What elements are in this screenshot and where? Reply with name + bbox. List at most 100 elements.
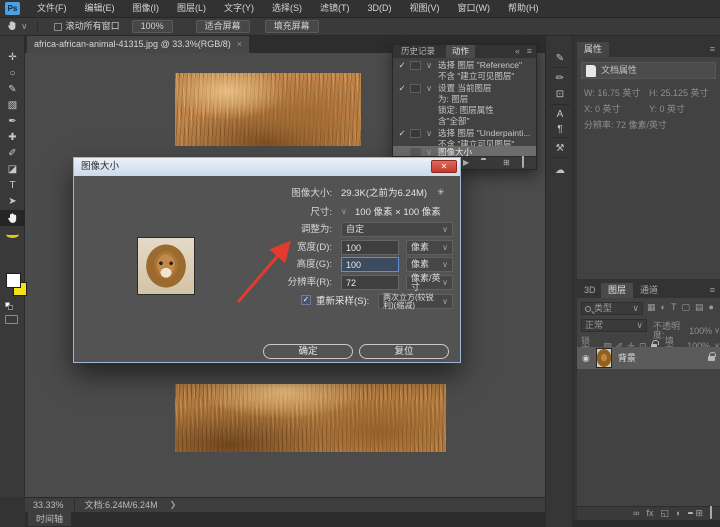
resample-checkbox[interactable]: ✓ bbox=[301, 295, 311, 305]
ok-button[interactable]: 确定 bbox=[263, 344, 353, 359]
document-tab[interactable]: africa-african-animal-41315.jpg @ 33.3%(… bbox=[27, 36, 249, 53]
tab-timeline[interactable]: 时间轴 bbox=[28, 512, 71, 526]
crop-tool-icon[interactable]: ▧ bbox=[0, 98, 25, 114]
brush-tool-icon[interactable]: ✐ bbox=[0, 146, 25, 162]
panel-menu-icon[interactable]: ≡ bbox=[710, 45, 715, 54]
layer-row-background[interactable]: ◉ 背景 bbox=[577, 347, 720, 369]
rotate-view-tool-icon[interactable] bbox=[0, 226, 25, 242]
action-item[interactable]: ✓ ∨ 设置 当前图层 bbox=[393, 83, 536, 94]
tab-properties[interactable]: 属性 bbox=[577, 42, 609, 57]
chevron-down-icon[interactable]: ∨ bbox=[426, 61, 432, 70]
menu-filter[interactable]: 滤镜(T) bbox=[311, 0, 359, 18]
menu-type[interactable]: 文字(Y) bbox=[215, 0, 263, 18]
libraries-icon[interactable]: ☁ bbox=[546, 162, 574, 179]
layer-thumbnail[interactable] bbox=[596, 348, 612, 368]
resample-select[interactable]: 两次立方(较锐利)(缩减)∨ bbox=[378, 294, 453, 309]
zoom-100-button[interactable]: 100% bbox=[132, 20, 173, 33]
filter-shape-icon[interactable]: ▢ bbox=[681, 303, 690, 312]
move-tool-icon[interactable]: ✛ bbox=[0, 50, 25, 66]
collapse-panel-icon[interactable]: « bbox=[515, 47, 520, 56]
blend-mode-select[interactable]: 正常∨ bbox=[581, 319, 647, 332]
link-dimensions-icon[interactable] bbox=[280, 244, 287, 257]
tool-preset-caret-icon[interactable]: ∨ bbox=[21, 22, 28, 31]
status-popup-icon[interactable]: ❯ bbox=[170, 501, 177, 509]
reset-button[interactable]: 复位 bbox=[359, 344, 449, 359]
chevron-down-icon[interactable]: ∨ bbox=[426, 84, 432, 93]
dialog-toggle-box[interactable] bbox=[410, 129, 421, 138]
panel-menu-icon[interactable]: ≡ bbox=[527, 47, 532, 56]
document-size-info[interactable]: 文档:6.24M/6.24M bbox=[85, 501, 158, 510]
filter-type-icon[interactable]: T bbox=[671, 303, 677, 312]
filter-smart-icon[interactable]: ▤ bbox=[695, 303, 704, 312]
dimensions-chevron-icon[interactable]: ∨ bbox=[341, 208, 347, 216]
adjustment-layer-icon[interactable]: ◐ bbox=[676, 509, 681, 518]
new-action-icon[interactable]: ⊞ bbox=[503, 159, 510, 167]
filter-toggle-icon[interactable]: ● bbox=[708, 303, 713, 312]
layer-mask-icon[interactable]: ◱ bbox=[661, 509, 670, 518]
menu-edit[interactable]: 编辑(E) bbox=[76, 0, 124, 18]
eraser-tool-icon[interactable]: ◪ bbox=[0, 162, 25, 178]
eyedropper-tool-icon[interactable]: ✒ bbox=[0, 114, 25, 130]
menu-layer[interactable]: 图层(L) bbox=[168, 0, 215, 18]
menu-image[interactable]: 图像(I) bbox=[124, 0, 169, 18]
width-input[interactable] bbox=[341, 240, 399, 255]
eye-icon[interactable]: ◉ bbox=[582, 354, 590, 363]
hand-tool-icon[interactable] bbox=[0, 210, 25, 226]
menu-file[interactable]: 文件(F) bbox=[28, 0, 76, 18]
action-item[interactable]: ✓ ∨ 选择 图层 "Underpainti... bbox=[393, 128, 536, 139]
tab-channels[interactable]: 通道 bbox=[633, 283, 665, 298]
menu-select[interactable]: 选择(S) bbox=[263, 0, 311, 18]
new-layer-icon[interactable]: ⊞ bbox=[695, 509, 703, 518]
tab-actions[interactable]: 动作 bbox=[446, 45, 475, 58]
resolution-unit-select[interactable]: 像素/英寸∨ bbox=[406, 275, 453, 290]
height-unit-select[interactable]: 像素∨ bbox=[406, 257, 453, 272]
link-layers-icon[interactable]: ∞ bbox=[633, 509, 639, 518]
check-icon[interactable]: ✓ bbox=[396, 129, 408, 138]
quick-selection-tool-icon[interactable]: ✎ bbox=[0, 82, 25, 98]
path-selection-tool-icon[interactable]: ➤ bbox=[0, 194, 25, 210]
tab-layers[interactable]: 图层 bbox=[601, 283, 633, 298]
clone-source-icon[interactable]: ⊡ bbox=[546, 86, 574, 103]
tab-3d[interactable]: 3D bbox=[577, 283, 603, 298]
close-icon[interactable]: ✕ bbox=[431, 160, 457, 173]
tab-history[interactable]: 历史记录 bbox=[395, 45, 441, 58]
menu-help[interactable]: 帮助(H) bbox=[499, 0, 548, 18]
panel-menu-icon[interactable]: ≡ bbox=[710, 286, 715, 295]
scroll-all-windows-checkbox[interactable] bbox=[54, 23, 62, 31]
dialog-toggle-box[interactable] bbox=[410, 61, 421, 70]
layer-fx-icon[interactable]: fx bbox=[646, 509, 653, 518]
fit-to-select[interactable]: 自定∨ bbox=[341, 222, 453, 237]
trash-icon[interactable] bbox=[710, 509, 712, 518]
filter-adjustment-icon[interactable]: ◐ bbox=[661, 303, 666, 312]
lasso-tool-icon[interactable]: ○ bbox=[0, 66, 25, 82]
chevron-down-icon[interactable]: ∨ bbox=[426, 148, 432, 157]
close-tab-icon[interactable]: × bbox=[237, 40, 242, 49]
healing-brush-tool-icon[interactable]: ✚ bbox=[0, 130, 25, 146]
resolution-input[interactable] bbox=[341, 275, 399, 290]
gear-icon[interactable]: ✳ bbox=[437, 188, 445, 197]
dialog-title-bar[interactable]: 图像大小 ✕ bbox=[74, 158, 460, 176]
menu-view[interactable]: 视图(V) bbox=[401, 0, 449, 18]
menu-window[interactable]: 窗口(W) bbox=[449, 0, 500, 18]
zoom-level-field[interactable]: 33.33% bbox=[33, 501, 64, 510]
quick-mask-icon[interactable] bbox=[5, 315, 18, 324]
action-item[interactable]: ✓ ∨ 选择 图层 "Reference" bbox=[393, 60, 536, 71]
check-icon[interactable]: ✓ bbox=[396, 61, 408, 70]
brush-settings-icon[interactable]: ✎ bbox=[546, 50, 574, 67]
type-tool-icon[interactable]: T bbox=[0, 178, 25, 194]
check-icon[interactable]: ✓ bbox=[396, 84, 408, 93]
height-input[interactable] bbox=[341, 257, 399, 272]
foreground-color-swatch[interactable] bbox=[6, 273, 21, 288]
dialog-toggle-box[interactable] bbox=[410, 84, 421, 93]
tool-presets-icon[interactable]: ⚒ bbox=[546, 140, 574, 157]
filter-pixel-icon[interactable]: ▦ bbox=[647, 303, 656, 312]
width-unit-select[interactable]: 像素∨ bbox=[406, 240, 453, 255]
default-colors-icon[interactable] bbox=[5, 302, 14, 310]
paragraph-panel-icon[interactable]: ¶ bbox=[546, 121, 574, 138]
trash-icon[interactable] bbox=[522, 159, 524, 167]
fit-screen-button[interactable]: 适合屏幕 bbox=[196, 20, 250, 33]
menu-3d[interactable]: 3D(D) bbox=[359, 0, 401, 18]
play-icon[interactable]: ▶ bbox=[463, 159, 469, 167]
fill-screen-button[interactable]: 填充屏幕 bbox=[265, 20, 319, 33]
brushes-icon[interactable]: ✏ bbox=[546, 70, 574, 87]
